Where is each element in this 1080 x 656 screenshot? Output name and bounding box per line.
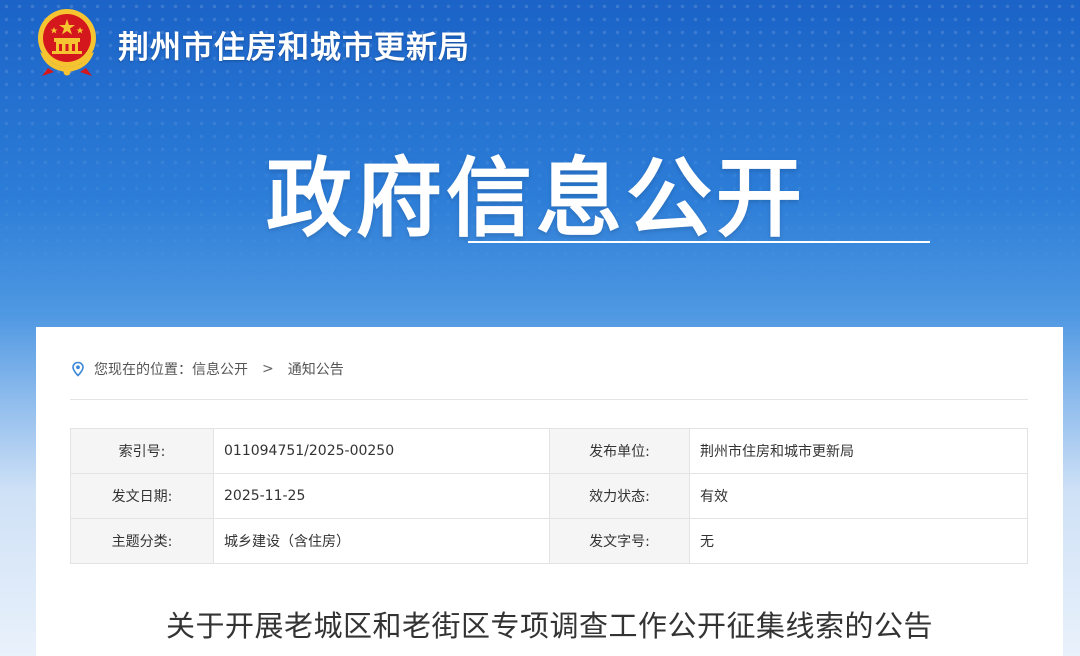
meta-label-index-number: 索引号: — [70, 428, 214, 474]
location-pin-icon — [72, 361, 84, 377]
breadcrumb-item-info-disclosure[interactable]: 信息公开 — [192, 359, 248, 379]
content-card: 您现在的位置： 信息公开 > 通知公告 索引号: 011094751/2025-… — [36, 327, 1063, 656]
breadcrumb-prefix: 您现在的位置： — [94, 362, 192, 378]
meta-label-validity: 效力状态: — [549, 473, 690, 519]
document-metadata-table: 索引号: 011094751/2025-00250 发布单位: 荆州市住房和城市… — [70, 428, 1028, 564]
meta-label-document-number: 发文字号: — [549, 518, 690, 564]
breadcrumb: 您现在的位置： 信息公开 > 通知公告 — [70, 359, 344, 379]
meta-value-document-number: 无 — [689, 518, 1028, 564]
breadcrumb-item-notices[interactable]: 通知公告 — [288, 359, 344, 379]
meta-label-issue-date: 发文日期: — [70, 473, 214, 519]
national-emblem-icon — [38, 9, 96, 76]
meta-value-validity: 有效 — [689, 473, 1028, 519]
meta-label-topic: 主题分类: — [70, 518, 214, 564]
breadcrumb-divider — [70, 399, 1028, 400]
meta-value-topic: 城乡建设（含住房） — [213, 518, 550, 564]
table-row: 索引号: 011094751/2025-00250 发布单位: 荆州市住房和城市… — [70, 428, 1028, 474]
meta-label-publisher: 发布单位: — [549, 428, 690, 474]
breadcrumb-separator: > — [262, 361, 274, 377]
table-row: 发文日期: 2025-11-25 效力状态: 有效 — [70, 473, 1028, 519]
meta-value-publisher: 荆州市住房和城市更新局 — [689, 428, 1028, 474]
meta-value-issue-date: 2025-11-25 — [213, 473, 550, 519]
article-title: 关于开展老城区和老街区专项调查工作公开征集线索的公告 — [165, 609, 933, 643]
hero-title: 政府信息公开 — [266, 149, 806, 249]
hero-underline — [468, 241, 930, 243]
table-row: 主题分类: 城乡建设（含住房） 发文字号: 无 — [70, 518, 1028, 564]
site-title[interactable]: 荆州市住房和城市更新局 — [118, 22, 470, 67]
meta-value-index-number: 011094751/2025-00250 — [213, 428, 550, 474]
